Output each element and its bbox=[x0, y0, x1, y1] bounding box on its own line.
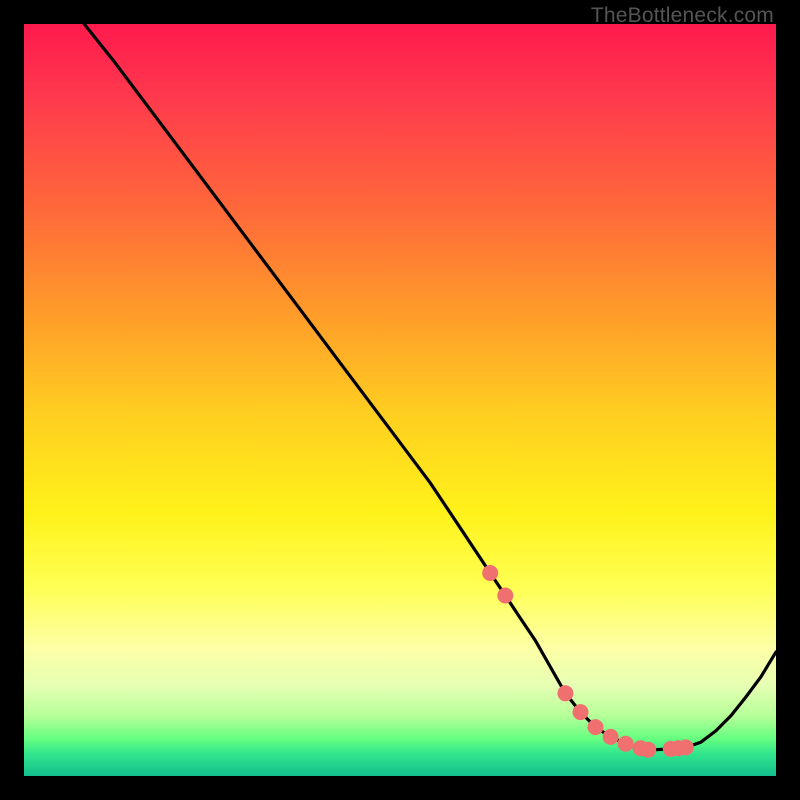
bottleneck-curve bbox=[84, 24, 776, 750]
curve-svg bbox=[24, 24, 776, 776]
chart-frame: TheBottleneck.com bbox=[0, 0, 800, 800]
curve-point bbox=[557, 685, 573, 701]
curve-point bbox=[497, 588, 513, 604]
curve-point bbox=[603, 729, 619, 745]
watermark-text: TheBottleneck.com bbox=[591, 4, 774, 28]
plot-area bbox=[24, 24, 776, 776]
curve-point bbox=[573, 704, 589, 720]
curve-point bbox=[618, 736, 634, 752]
curve-point bbox=[640, 742, 656, 758]
curve-point bbox=[588, 719, 604, 735]
curve-point bbox=[482, 565, 498, 581]
curve-point bbox=[678, 739, 694, 755]
curve-points bbox=[482, 565, 694, 758]
